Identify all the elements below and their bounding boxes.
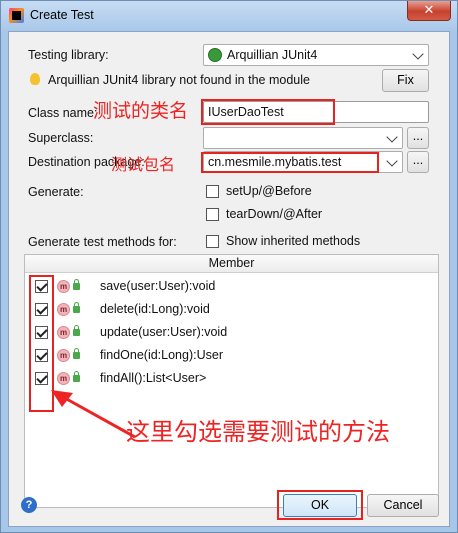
package-annotation: 测试包名: [111, 155, 176, 174]
create-test-dialog: Create Test ✕ Testing library: Arquillia…: [0, 0, 458, 533]
table-row[interactable]: m findOne(id:Long):User: [25, 345, 438, 367]
method-icon: m: [57, 303, 70, 316]
table-row[interactable]: m delete(id:Long):void: [25, 299, 438, 321]
help-icon[interactable]: ?: [21, 497, 37, 513]
show-inherited-label: Show inherited methods: [226, 234, 361, 248]
testing-library-value: Arquillian JUnit4: [227, 48, 318, 62]
lock-icon: [73, 325, 80, 336]
teardown-label: tearDown/@After: [226, 207, 323, 221]
member-column-header[interactable]: Member: [25, 255, 438, 273]
method-icon: m: [57, 372, 70, 385]
teardown-checkbox[interactable]: [206, 208, 219, 221]
table-row[interactable]: m update(user:User):void: [25, 322, 438, 344]
cancel-button[interactable]: Cancel: [367, 494, 439, 517]
show-inherited-checkbox[interactable]: [206, 235, 219, 248]
library-warning-text: Arquillian JUnit4 library not found in t…: [48, 73, 310, 87]
ok-button[interactable]: OK: [283, 494, 357, 517]
lock-icon: [73, 348, 80, 359]
superclass-browse-button[interactable]: ...: [407, 127, 429, 149]
methods-annotation: 这里勾选需要测试的方法: [126, 418, 390, 446]
lock-icon: [73, 371, 80, 382]
destination-browse-button[interactable]: ...: [407, 151, 429, 173]
fix-button[interactable]: Fix: [382, 69, 429, 92]
dialog-body: Testing library: Arquillian JUnit4 Arqui…: [8, 31, 450, 527]
setup-checkbox[interactable]: [206, 185, 219, 198]
method-icon: m: [57, 326, 70, 339]
class-name-annotation: 测试的类名: [93, 100, 189, 122]
method-signature: delete(id:Long):void: [100, 302, 210, 316]
method-signature: save(user:User):void: [100, 279, 216, 293]
method-signature: findOne(id:Long):User: [100, 348, 223, 362]
generate-label: Generate:: [28, 185, 84, 199]
superclass-label: Superclass:: [28, 131, 94, 145]
close-button[interactable]: ✕: [407, 1, 451, 21]
arquillian-icon: [208, 48, 222, 62]
setup-label: setUp/@Before: [226, 184, 312, 198]
method-icon: m: [57, 349, 70, 362]
arrow-shaft: [62, 395, 136, 439]
member-table: Member m save(user:User):void m delete(i…: [24, 254, 439, 508]
arrow-head: [51, 390, 73, 407]
package-highlight: [201, 152, 379, 173]
testing-library-label: Testing library:: [28, 48, 109, 62]
class-name-label: Class name:: [28, 106, 98, 120]
chevron-down-icon: [386, 155, 398, 167]
lightbulb-icon: [30, 73, 40, 85]
superclass-select[interactable]: [203, 127, 403, 149]
intellij-app-icon: [9, 8, 24, 23]
method-signature: update(user:User):void: [100, 325, 228, 339]
chevron-down-icon: [412, 48, 424, 60]
title-bar[interactable]: Create Test ✕: [1, 1, 457, 31]
chevron-down-icon: [386, 131, 398, 143]
lock-icon: [73, 279, 80, 290]
method-signature: findAll():List<User>: [100, 371, 207, 385]
class-name-highlight: [201, 99, 335, 125]
method-icon: m: [57, 280, 70, 293]
testing-library-select[interactable]: Arquillian JUnit4: [203, 44, 429, 66]
methods-label: Generate test methods for:: [28, 235, 177, 249]
window-title: Create Test: [30, 8, 94, 22]
table-row[interactable]: m save(user:User):void: [25, 276, 438, 298]
lock-icon: [73, 302, 80, 313]
